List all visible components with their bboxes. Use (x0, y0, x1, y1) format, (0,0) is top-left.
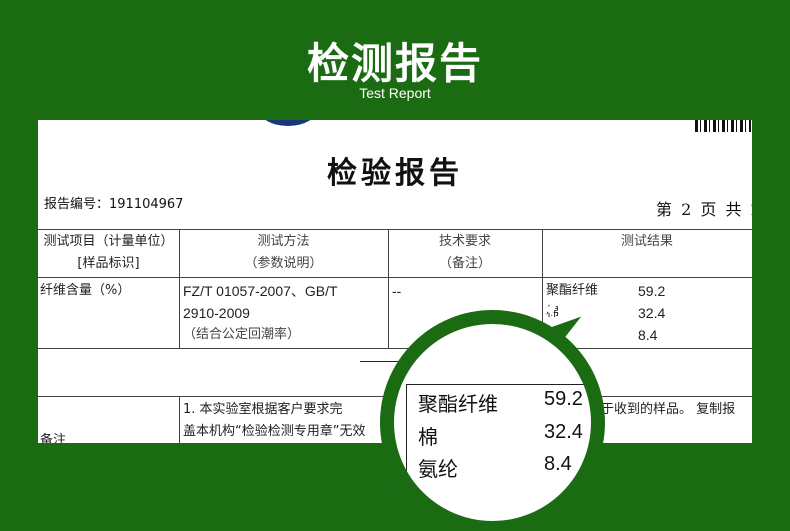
table-line (38, 229, 752, 230)
report-number-value: 191104967 (109, 197, 184, 212)
magnifier-value: 32.4 (544, 421, 583, 443)
table-line (38, 277, 752, 278)
magnifier-row: 棉 (418, 425, 438, 449)
report-header-strip (38, 120, 752, 134)
table-line (179, 396, 180, 443)
magnifier-value: 59.2 (544, 388, 583, 410)
requirement-cell: -- (392, 283, 402, 299)
magnifier-row: 氨纶 (418, 457, 458, 481)
banner-title: 检测报告 (306, 39, 483, 88)
report-number: 报告编号：191104967 (44, 193, 183, 212)
magnifier-row: 聚酯纤维 (418, 392, 498, 416)
method-cell: FZ/T 01057-2007、GB/T 2910-2009 （结合公定回潮率） (183, 283, 338, 342)
report-title: 检验报告 (327, 156, 463, 191)
item-cell: 纤维含量（%） (40, 283, 131, 298)
remarks-label: 备注 (40, 433, 67, 443)
qr-code (695, 120, 751, 132)
column-header-result: 测试结果 (620, 234, 673, 249)
magnifier-lens: 聚酯纤维 59.2 棉 32.4 氨纶 8.4 (380, 310, 605, 531)
report-number-label: 报告编号： (44, 197, 110, 212)
magnifier-value: 8.4 (544, 453, 572, 475)
magnifier-content: 聚酯纤维 59.2 棉 32.4 氨纶 8.4 (394, 324, 591, 521)
column-header-item: 测试项目（计量单位） [样品标识] (43, 234, 174, 271)
column-header-requirement: 技术要求 （备注） (438, 234, 491, 271)
cma-logo (258, 120, 318, 126)
table-line (360, 361, 398, 362)
banner-subtitle: Test Report (359, 85, 431, 101)
column-header-method: 测试方法 （参数说明） (244, 234, 323, 271)
page-indicator: 第 2 页 共 2 (656, 200, 752, 219)
table-line (38, 348, 752, 349)
